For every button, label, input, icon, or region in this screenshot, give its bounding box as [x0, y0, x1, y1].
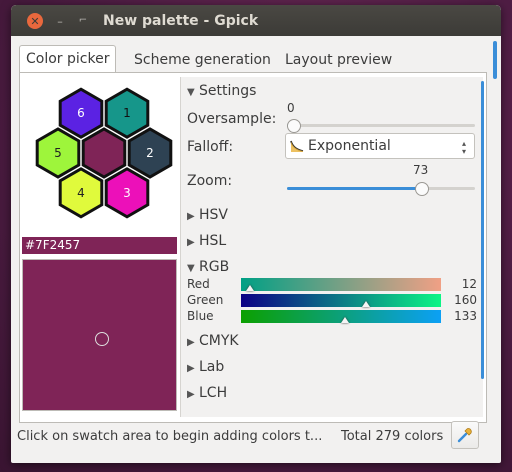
- hexagon-swatch-center[interactable]: [81, 127, 127, 179]
- settings-pane: ▼ Settings Oversample: 0 Falloff: Exponen…: [180, 77, 483, 417]
- blue-channel-slider[interactable]: [241, 310, 441, 323]
- hexagon-label: 4: [77, 186, 85, 200]
- tab-color-picker[interactable]: Color picker: [19, 45, 117, 73]
- red-label: Red: [187, 277, 210, 291]
- green-label: Green: [187, 293, 224, 307]
- red-channel-slider[interactable]: [241, 278, 441, 291]
- expanded-arrow-icon: ▼: [187, 263, 195, 274]
- collapsed-arrow-icon: ▶: [187, 237, 195, 248]
- updown-arrow-icon: ▴ ▾: [461, 139, 466, 156]
- hexagon-label: 6: [77, 106, 85, 120]
- lab-section[interactable]: ▶ Lab: [187, 359, 224, 375]
- blue-value: 133: [454, 309, 477, 323]
- status-total: Total 279 colors: [341, 429, 444, 444]
- collapsed-arrow-icon: ▶: [187, 211, 195, 222]
- lch-section[interactable]: ▶ LCH: [187, 385, 227, 401]
- app-window: ✕ – ⌐ New palette - Gpick Color picker S…: [11, 5, 501, 463]
- hexagon-swatch-3[interactable]: 3: [104, 167, 150, 219]
- swatch-area[interactable]: [22, 259, 177, 411]
- window-scrollbar[interactable]: [493, 41, 497, 79]
- oversample-slider[interactable]: [287, 119, 475, 133]
- hexagon-swatch-4[interactable]: 4: [58, 167, 104, 219]
- hsv-section[interactable]: ▶ HSV: [187, 207, 228, 223]
- oversample-slider-knob[interactable]: [287, 119, 301, 133]
- eyedropper-icon: [457, 428, 472, 443]
- hexagon-swatch-6[interactable]: 6: [58, 87, 104, 139]
- green-value: 160: [454, 293, 477, 307]
- settings-scrollbar[interactable]: [481, 81, 484, 379]
- green-channel-slider[interactable]: [241, 294, 441, 307]
- exponential-curve-icon: [290, 140, 304, 152]
- rgb-section[interactable]: ▼ RGB: [187, 259, 229, 275]
- falloff-label: Falloff:: [187, 139, 234, 155]
- color-picker-panel: 123456 #7F2457 ▼ Settings Oversample: 0 F…: [19, 72, 487, 423]
- collapsed-arrow-icon: ▶: [187, 337, 195, 348]
- hexagon-label: 2: [146, 146, 154, 160]
- expanded-arrow-icon: ▼: [187, 87, 195, 98]
- lab-header: Lab: [199, 359, 225, 375]
- falloff-select[interactable]: Exponential ▴ ▾: [285, 133, 475, 159]
- red-slider-knob[interactable]: [246, 285, 255, 291]
- blue-slider-knob[interactable]: [341, 317, 350, 323]
- blue-label: Blue: [187, 309, 214, 323]
- hsv-header: HSV: [199, 207, 228, 223]
- hexagon-swatch-2[interactable]: 2: [127, 127, 173, 179]
- cmyk-section[interactable]: ▶ CMYK: [187, 333, 239, 349]
- rgb-header: RGB: [199, 259, 230, 275]
- zoom-slider[interactable]: [287, 182, 475, 196]
- hexagon-label: 3: [123, 186, 131, 200]
- falloff-value: Exponential: [308, 138, 391, 154]
- red-value: 12: [461, 277, 477, 291]
- zoom-label: Zoom:: [187, 173, 233, 189]
- oversample-label: Oversample:: [187, 111, 277, 127]
- close-icon[interactable]: ✕: [27, 13, 43, 29]
- hexagon-swatch-1[interactable]: 1: [104, 87, 150, 139]
- collapsed-arrow-icon: ▶: [187, 363, 195, 374]
- hexagon-label: 5: [54, 146, 62, 160]
- minimize-icon[interactable]: –: [52, 13, 68, 29]
- color-history-hexagons: 1 2 3 4 5 6: [30, 83, 178, 223]
- pick-color-button[interactable]: [451, 421, 479, 449]
- zoom-slider-fill: [287, 187, 422, 190]
- hexagon-grid: 1 2 3 4 5 6: [35, 87, 173, 219]
- status-hint: Click on swatch area to begin adding col…: [17, 429, 323, 444]
- tab-layout-preview[interactable]: Layout preview: [279, 48, 398, 72]
- hsl-section[interactable]: ▶ HSL: [187, 233, 226, 249]
- hexagon-label: 1: [123, 106, 131, 120]
- hexagon-swatch-5[interactable]: 5: [35, 127, 81, 179]
- oversample-value: 0: [287, 101, 295, 115]
- zoom-slider-knob[interactable]: [415, 182, 430, 196]
- settings-header: Settings: [199, 83, 257, 99]
- settings-section[interactable]: ▼ Settings: [187, 83, 256, 99]
- green-slider-knob[interactable]: [362, 301, 371, 307]
- current-color-hex[interactable]: #7F2457: [22, 237, 177, 254]
- zoom-value: 73: [413, 163, 429, 177]
- cmyk-header: CMYK: [199, 333, 239, 349]
- lch-header: LCH: [199, 385, 228, 401]
- collapsed-arrow-icon: ▶: [187, 389, 195, 400]
- window-title: New palette - Gpick: [103, 13, 259, 29]
- maximize-icon[interactable]: ⌐: [75, 13, 91, 29]
- tab-scheme-generation[interactable]: Scheme generation: [128, 48, 277, 72]
- titlebar: ✕ – ⌐ New palette - Gpick: [11, 5, 501, 36]
- hsl-header: HSL: [199, 233, 227, 249]
- swatch-cursor-icon: [95, 332, 109, 346]
